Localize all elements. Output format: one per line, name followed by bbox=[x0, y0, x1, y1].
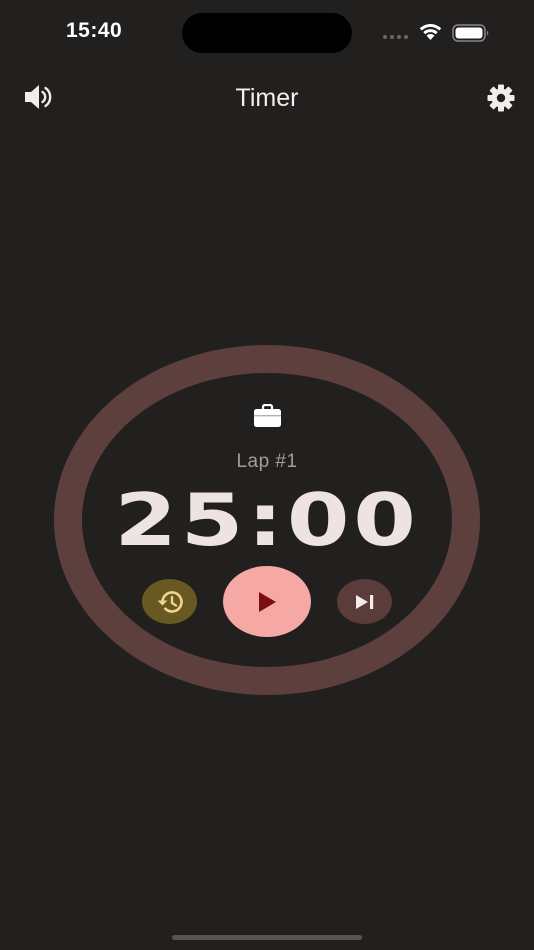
history-icon bbox=[157, 590, 183, 613]
history-button[interactable] bbox=[142, 579, 197, 624]
skip-button[interactable] bbox=[337, 579, 392, 624]
dynamic-island bbox=[182, 13, 352, 53]
nav-bar: Timer bbox=[0, 74, 534, 120]
page-title: Timer bbox=[235, 84, 299, 112]
play-icon bbox=[259, 591, 276, 612]
battery-icon bbox=[452, 24, 489, 42]
settings-button[interactable] bbox=[486, 83, 516, 113]
briefcase-icon bbox=[254, 404, 281, 427]
wifi-icon bbox=[419, 23, 442, 40]
status-bar: 15:40 bbox=[0, 0, 534, 64]
cellular-signal-icon bbox=[383, 35, 408, 39]
status-time: 15:40 bbox=[66, 19, 123, 42]
skip-next-icon bbox=[355, 594, 373, 609]
home-indicator[interactable] bbox=[172, 935, 362, 940]
timer-display: 25:00 bbox=[114, 478, 420, 562]
play-button[interactable] bbox=[223, 566, 311, 637]
lap-label: Lap #1 bbox=[236, 451, 298, 472]
gear-icon bbox=[487, 84, 515, 112]
